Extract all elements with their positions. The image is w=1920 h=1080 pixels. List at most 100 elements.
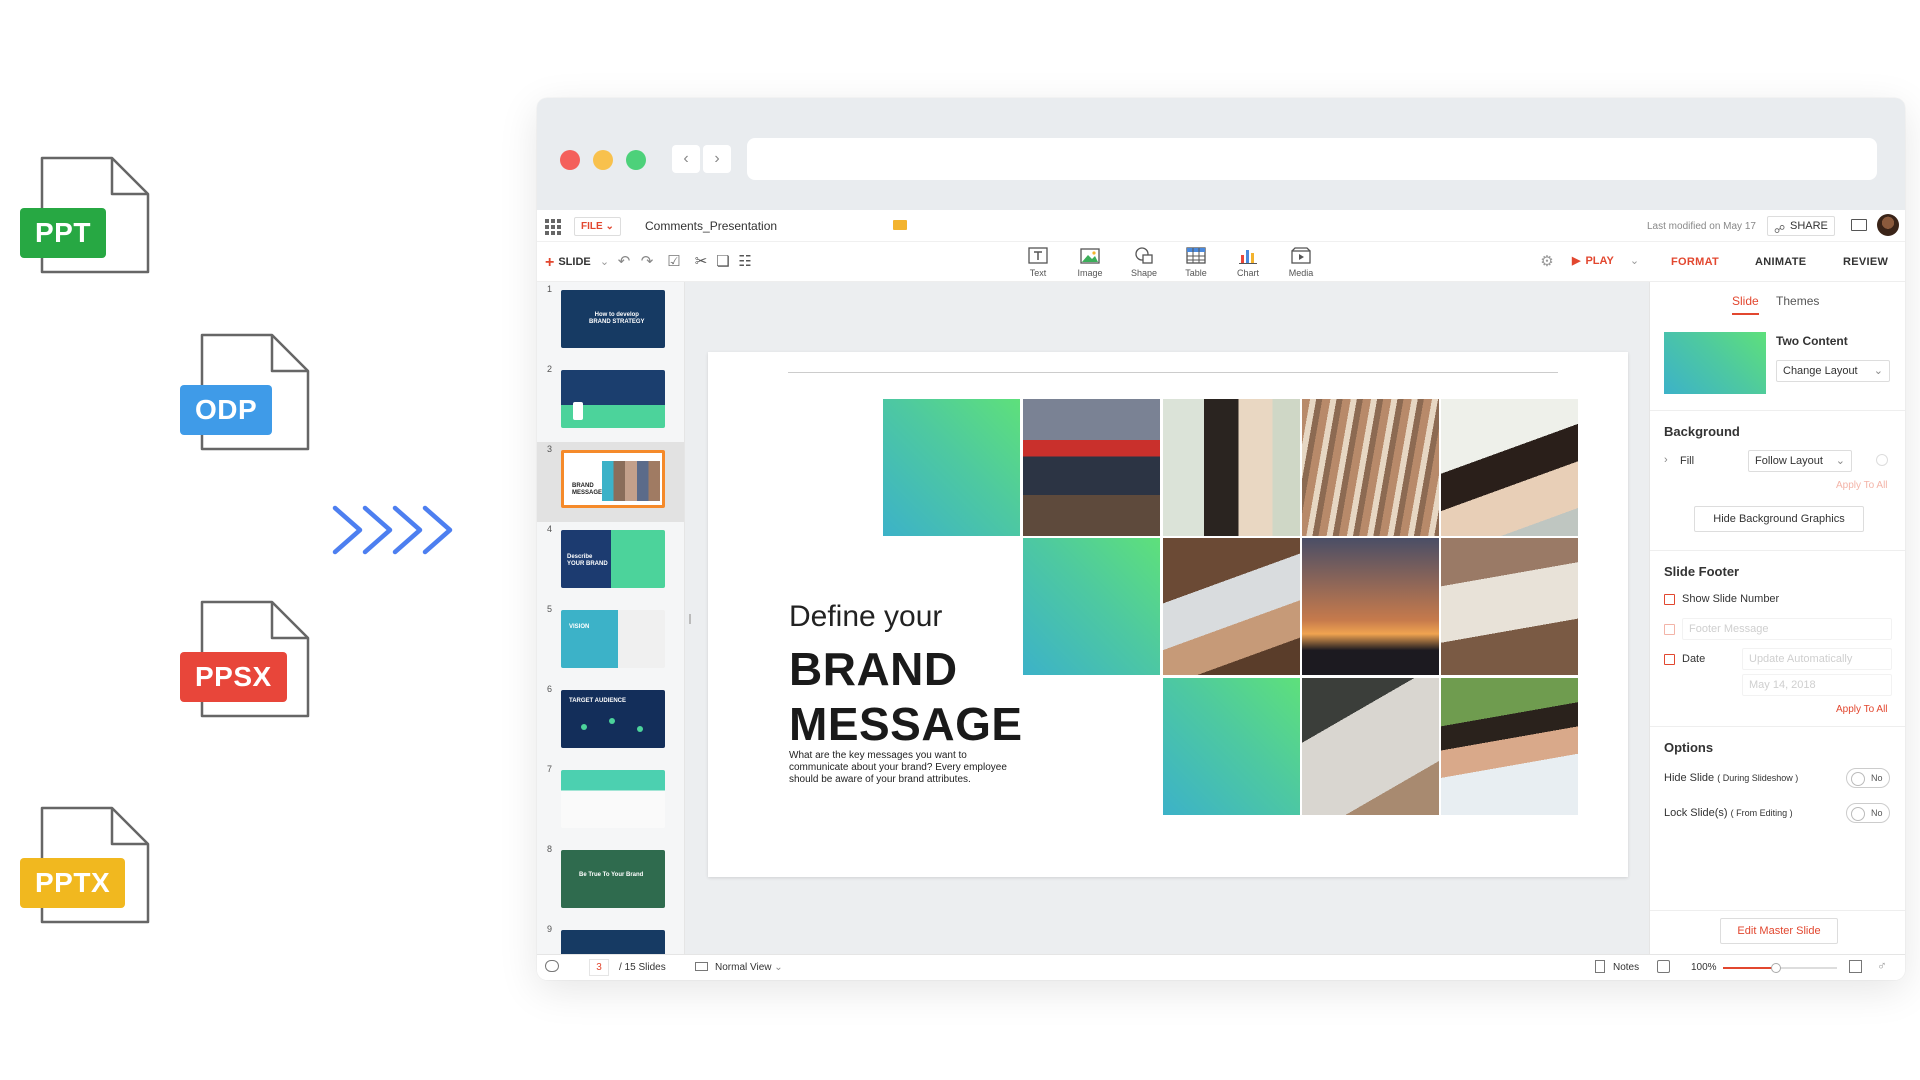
panel-resize-handle[interactable]	[689, 614, 691, 624]
thumbnail-text: How to develop BRAND STRATEGY	[589, 312, 645, 325]
slide-heading-light[interactable]: Define your	[789, 600, 942, 634]
cut-icon[interactable]: ✂	[692, 253, 710, 271]
photo-city-billboard[interactable]	[1023, 399, 1160, 536]
apply-to-all-link[interactable]: Apply To All	[1836, 704, 1888, 715]
chevron-down-icon[interactable]: ⌄	[600, 256, 609, 268]
insert-text-button[interactable]: Text	[1015, 246, 1061, 278]
insert-image-button[interactable]: Image	[1067, 246, 1113, 278]
fullscreen-icon[interactable]	[1849, 960, 1862, 973]
shape-icon	[1135, 247, 1153, 264]
forward-button[interactable]: ›	[703, 145, 731, 173]
edit-master-slide-button[interactable]: Edit Master Slide	[1720, 918, 1838, 944]
format-painter-icon[interactable]: ☑	[665, 253, 683, 271]
thumbnail-slide-7[interactable]: 7	[537, 762, 684, 842]
photo-record-store[interactable]	[1302, 399, 1439, 536]
photo-man-tablet[interactable]	[1441, 678, 1578, 815]
file-menu-button[interactable]: FILE ⌄	[574, 217, 621, 236]
thumbnail-slide-1[interactable]: 1 How to develop BRAND STRATEGY	[537, 282, 684, 362]
insert-table-button[interactable]: Table	[1173, 246, 1219, 278]
gradient-tile[interactable]	[883, 399, 1020, 536]
address-bar[interactable]	[747, 138, 1877, 180]
thumbnail-image: Describe YOUR BRAND	[561, 530, 665, 588]
footer-message-checkbox[interactable]	[1664, 624, 1675, 635]
insert-shape-label: Shape	[1130, 268, 1158, 278]
zoom-slider-handle[interactable]	[1771, 963, 1781, 973]
undo-icon[interactable]: ↶	[615, 253, 633, 271]
current-slide-input[interactable]: 3	[589, 959, 609, 976]
add-slide-label: SLIDE	[558, 256, 591, 268]
insert-shape-button[interactable]: Shape	[1121, 246, 1167, 278]
thumbnail-slide-8[interactable]: 8 Be True To Your Brand	[537, 842, 684, 922]
slide-heading-bold[interactable]: BRAND MESSAGE	[789, 642, 1023, 752]
tab-format[interactable]: FORMAT	[1671, 256, 1719, 268]
avatar[interactable]	[1877, 214, 1899, 236]
photo-laptop-desk[interactable]	[1163, 538, 1300, 675]
minimize-window-button[interactable]	[593, 150, 613, 170]
notes-button[interactable]: Notes	[1613, 962, 1639, 973]
photo-writing-notebook[interactable]	[1441, 538, 1578, 675]
add-slide-button[interactable]: + SLIDE ⌄	[545, 254, 609, 272]
date-mode-dropdown[interactable]: Update Automatically	[1742, 648, 1892, 670]
apps-grid-icon[interactable]	[545, 219, 561, 235]
thumbnail-slide-5[interactable]: 5 VISION	[537, 602, 684, 682]
hide-background-graphics-button[interactable]: Hide Background Graphics	[1694, 506, 1864, 532]
paste-icon[interactable]: ☷	[736, 253, 754, 271]
document-title[interactable]: Comments_Presentation	[645, 219, 777, 233]
thumbnail-slide-9[interactable]: 9	[537, 922, 684, 954]
view-mode-dropdown[interactable]: Normal View ⌄	[715, 962, 783, 973]
photo-wind-turbines[interactable]	[1302, 538, 1439, 675]
thumbnail-slide-4[interactable]: 4 Describe YOUR BRAND	[537, 522, 684, 602]
thumbnail-slide-3[interactable]: 3 BRAND MESSAGE	[537, 442, 684, 522]
chevron-down-icon[interactable]: ⌄	[1630, 255, 1639, 267]
insert-media-button[interactable]: Media	[1278, 246, 1324, 278]
gradient-tile[interactable]	[1163, 678, 1300, 815]
gradient-tile[interactable]	[1023, 538, 1160, 675]
comment-icon[interactable]	[545, 960, 559, 972]
photo-newspaper[interactable]	[1302, 678, 1439, 815]
thumbnail-image: TARGET AUDIENCE	[561, 690, 665, 748]
footer-message-input[interactable]: Footer Message	[1682, 618, 1892, 640]
close-window-button[interactable]	[560, 150, 580, 170]
apply-to-all-link[interactable]: Apply To All	[1836, 480, 1888, 491]
date-checkbox[interactable]	[1664, 654, 1675, 665]
back-button[interactable]: ‹	[672, 145, 700, 173]
insert-chart-button[interactable]: Chart	[1225, 246, 1271, 278]
tab-themes[interactable]: Themes	[1776, 294, 1819, 313]
lock-slide-toggle[interactable]: No	[1846, 803, 1890, 823]
fit-to-window-icon[interactable]	[1657, 960, 1670, 973]
show-slide-number-checkbox[interactable]	[1664, 594, 1675, 605]
text-box-icon	[1028, 247, 1048, 264]
folder-icon[interactable]	[893, 220, 907, 230]
maximize-window-button[interactable]	[626, 150, 646, 170]
layout-preview[interactable]	[1664, 332, 1766, 394]
tab-animate[interactable]: ANIMATE	[1755, 256, 1806, 268]
current-slide[interactable]: Define your BRAND MESSAGE What are the k…	[708, 352, 1628, 877]
thumbnail-text: Be True To Your Brand	[579, 872, 644, 878]
chevron-right-icon[interactable]: ›	[1664, 454, 1668, 466]
copy-icon[interactable]: ❏	[714, 253, 732, 271]
accessibility-icon[interactable]: ♂	[1877, 958, 1887, 973]
thumbnail-slide-6[interactable]: 6 TARGET AUDIENCE	[537, 682, 684, 762]
redo-icon[interactable]: ↷	[638, 253, 656, 271]
fill-color-swatch[interactable]	[1876, 454, 1888, 466]
change-layout-dropdown[interactable]: Change Layout ⌄	[1776, 360, 1890, 382]
thumbnail-image: BRAND MESSAGE	[561, 450, 665, 508]
photo-woman-tablet[interactable]	[1441, 399, 1578, 536]
lock-slide-label: Lock Slide(s) ( From Editing )	[1664, 807, 1793, 819]
gear-icon[interactable]: ⚙	[1538, 253, 1556, 271]
fill-dropdown[interactable]: Follow Layout ⌄	[1748, 450, 1852, 472]
tab-slide[interactable]: Slide	[1732, 294, 1759, 315]
notes-icon	[1595, 960, 1605, 973]
date-value-dropdown[interactable]: May 14, 2018	[1742, 674, 1892, 696]
share-button[interactable]: ☍ SHARE	[1767, 216, 1835, 236]
divider	[1650, 910, 1905, 911]
mail-icon[interactable]	[1851, 219, 1867, 231]
thumbnail-number: 1	[547, 284, 553, 294]
play-button[interactable]: ▶ PLAY ⌄	[1572, 254, 1644, 267]
thumbnail-slide-2[interactable]: 2	[537, 362, 684, 442]
slide-description[interactable]: What are the key messages you want to co…	[789, 750, 1024, 786]
hide-slide-toggle[interactable]: No	[1846, 768, 1890, 788]
photo-woman-laptop[interactable]	[1163, 399, 1300, 536]
tab-review[interactable]: REVIEW	[1843, 256, 1888, 268]
zoom-slider[interactable]	[1723, 963, 1837, 973]
